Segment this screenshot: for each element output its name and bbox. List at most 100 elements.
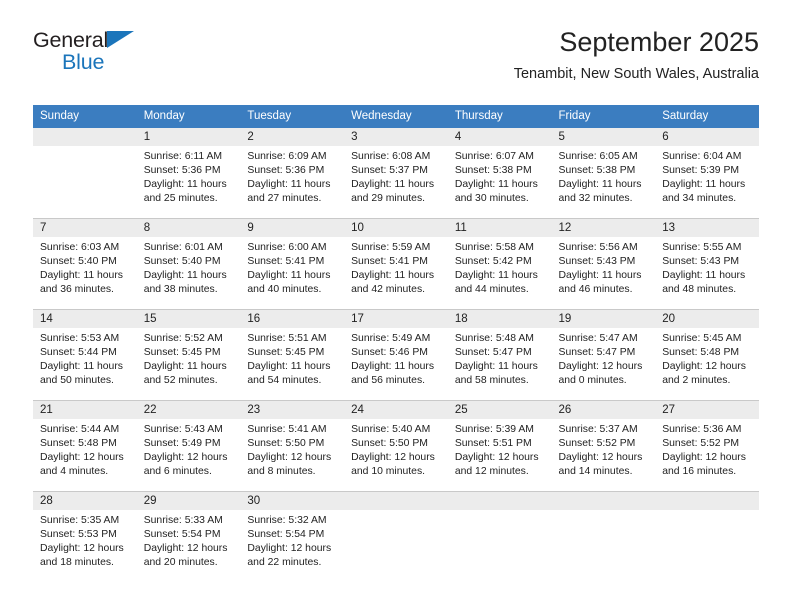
daylight-text-line1: Daylight: 12 hours	[662, 452, 746, 464]
calendar-day-cell[interactable]: 19 Sunrise: 5:47 AM Sunset: 5:47 PM Dayligh…	[551, 310, 656, 401]
sunrise-text: Sunrise: 5:53 AM	[40, 333, 120, 344]
calendar-day-cell[interactable]: 29 Sunrise: 5:33 AM Sunset: 5:54 PM Dayligh…	[136, 492, 241, 582]
daylight-text-line2: and 48 minutes.	[662, 284, 737, 296]
sunset-text: Sunset: 5:51 PM	[454, 438, 532, 450]
day-details: Sunrise: 5:52 AM Sunset: 5:45 PM Daylight:…	[137, 328, 241, 388]
sunset-text: Sunset: 5:43 PM	[558, 256, 636, 268]
sunrise-text: Sunrise: 5:48 AM	[454, 333, 534, 344]
calendar-day-cell[interactable]: 6 Sunrise: 6:04 AM Sunset: 5:39 PM Daylight…	[655, 128, 759, 219]
calendar-day-cell[interactable]: 21 Sunrise: 5:44 AM Sunset: 5:48 PM Dayligh…	[33, 401, 137, 492]
day-cell-inner: 12 Sunrise: 5:56 AM Sunset: 5:43 PM Dayligh…	[551, 219, 656, 309]
sunrise-text: Sunrise: 6:05 AM	[558, 151, 638, 162]
daylight-text-line1: Daylight: 12 hours	[40, 452, 124, 464]
calendar-day-cell[interactable]: 13 Sunrise: 5:55 AM Sunset: 5:43 PM Dayligh…	[655, 219, 759, 310]
calendar-day-cell[interactable]: 30 Sunrise: 5:32 AM Sunset: 5:54 PM Dayligh…	[240, 492, 345, 582]
sunrise-text: Sunrise: 6:01 AM	[143, 242, 223, 253]
daylight-text-line2: and 6 minutes.	[143, 466, 212, 478]
day-details: Sunrise: 6:00 AM Sunset: 5:41 PM Daylight:…	[240, 237, 344, 297]
day-cell-inner: 29 Sunrise: 5:33 AM Sunset: 5:54 PM Dayligh…	[136, 492, 241, 582]
daylight-text-line2: and 27 minutes.	[247, 193, 322, 205]
sunrise-text: Sunrise: 5:36 AM	[662, 424, 742, 435]
calendar-day-cell[interactable]: 20 Sunrise: 5:45 AM Sunset: 5:48 PM Dayligh…	[655, 310, 759, 401]
calendar-day-cell[interactable]: 27 Sunrise: 5:36 AM Sunset: 5:52 PM Dayligh…	[655, 401, 759, 492]
daylight-text-line2: and 25 minutes.	[143, 193, 218, 205]
day-cell-inner: 28 Sunrise: 5:35 AM Sunset: 5:53 PM Dayligh…	[33, 492, 137, 582]
day-cell-inner: 30 Sunrise: 5:32 AM Sunset: 5:54 PM Dayligh…	[240, 492, 345, 582]
daylight-text-line1: Daylight: 11 hours	[143, 270, 227, 282]
calendar-day-cell[interactable]: 25 Sunrise: 5:39 AM Sunset: 5:51 PM Dayligh…	[447, 401, 552, 492]
day-details: Sunrise: 6:07 AM Sunset: 5:38 PM Daylight:…	[448, 146, 552, 206]
sunrise-text: Sunrise: 5:44 AM	[40, 424, 120, 435]
calendar-day-cell[interactable]: 8 Sunrise: 6:01 AM Sunset: 5:40 PM Daylight…	[136, 219, 241, 310]
sunrise-text: Sunrise: 5:40 AM	[351, 424, 431, 435]
calendar-day-cell-empty	[447, 492, 552, 582]
calendar-day-cell[interactable]: 14 Sunrise: 5:53 AM Sunset: 5:44 PM Dayligh…	[33, 310, 137, 401]
calendar-day-cell[interactable]: 10 Sunrise: 5:59 AM Sunset: 5:41 PM Dayligh…	[344, 219, 448, 310]
day-cell-inner: 21 Sunrise: 5:44 AM Sunset: 5:48 PM Dayligh…	[33, 401, 137, 491]
day-details: Sunrise: 5:35 AM Sunset: 5:53 PM Daylight:…	[33, 510, 137, 570]
day-number: 19	[551, 310, 656, 328]
page-header: General Blue September 2025 Tenambit, Ne…	[33, 0, 759, 82]
daylight-text-line1: Daylight: 12 hours	[558, 361, 643, 373]
day-cell-inner: 8 Sunrise: 6:01 AM Sunset: 5:40 PM Daylight…	[136, 219, 241, 309]
calendar-day-cell[interactable]: 26 Sunrise: 5:37 AM Sunset: 5:52 PM Dayligh…	[551, 401, 656, 492]
daylight-text-line1: Daylight: 11 hours	[351, 270, 435, 282]
daylight-text-line1: Daylight: 11 hours	[662, 270, 746, 282]
calendar-day-cell[interactable]: 11 Sunrise: 5:58 AM Sunset: 5:42 PM Dayligh…	[447, 219, 552, 310]
daylight-text-line1: Daylight: 12 hours	[454, 452, 539, 464]
sunrise-text: Sunrise: 5:56 AM	[558, 242, 638, 253]
day-details: Sunrise: 5:59 AM Sunset: 5:41 PM Daylight:…	[344, 237, 448, 297]
daylight-text-line2: and 30 minutes.	[454, 193, 529, 205]
day-details: Sunrise: 6:09 AM Sunset: 5:36 PM Daylight:…	[240, 146, 344, 206]
day-cell-inner: 3 Sunrise: 6:08 AM Sunset: 5:37 PM Daylight…	[344, 128, 448, 218]
sunset-text: Sunset: 5:41 PM	[247, 256, 325, 268]
calendar-day-cell-empty	[344, 492, 448, 582]
calendar-day-cell[interactable]: 16 Sunrise: 5:51 AM Sunset: 5:45 PM Dayligh…	[240, 310, 345, 401]
daylight-text-line2: and 56 minutes.	[351, 375, 426, 387]
daylight-text-line2: and 8 minutes.	[247, 466, 316, 478]
sunset-text: Sunset: 5:49 PM	[143, 438, 221, 450]
calendar-day-cell[interactable]: 1 Sunrise: 6:11 AM Sunset: 5:36 PM Daylight…	[136, 128, 241, 219]
day-number: 8	[136, 219, 241, 237]
page-title: September 2025	[559, 27, 759, 57]
calendar-day-cell[interactable]: 24 Sunrise: 5:40 AM Sunset: 5:50 PM Dayligh…	[344, 401, 448, 492]
daylight-text-line1: Daylight: 12 hours	[247, 452, 332, 464]
sunrise-text: Sunrise: 5:35 AM	[40, 515, 120, 526]
calendar-day-cell[interactable]: 23 Sunrise: 5:41 AM Sunset: 5:50 PM Dayligh…	[240, 401, 345, 492]
weekday-header-wednesday: Wednesday	[344, 105, 448, 128]
day-cell-inner	[447, 492, 552, 582]
day-number: 6	[655, 128, 759, 146]
daylight-text-line2: and 44 minutes.	[454, 284, 529, 296]
sunrise-text: Sunrise: 6:00 AM	[247, 242, 327, 253]
sunset-text: Sunset: 5:44 PM	[40, 347, 117, 359]
daylight-text-line1: Daylight: 11 hours	[558, 179, 642, 191]
day-number: 21	[33, 401, 137, 419]
daylight-text-line1: Daylight: 11 hours	[143, 361, 227, 373]
daylight-text-line1: Daylight: 11 hours	[454, 361, 538, 373]
calendar-day-cell[interactable]: 28 Sunrise: 5:35 AM Sunset: 5:53 PM Dayligh…	[33, 492, 137, 582]
sunrise-text: Sunrise: 5:49 AM	[351, 333, 431, 344]
calendar-day-cell[interactable]: 12 Sunrise: 5:56 AM Sunset: 5:43 PM Dayligh…	[551, 219, 656, 310]
day-number: 30	[240, 492, 345, 510]
calendar-day-cell[interactable]: 17 Sunrise: 5:49 AM Sunset: 5:46 PM Dayligh…	[344, 310, 448, 401]
day-cell-inner: 4 Sunrise: 6:07 AM Sunset: 5:38 PM Daylight…	[447, 128, 552, 218]
daylight-text-line1: Daylight: 11 hours	[558, 270, 642, 282]
brand-logo[interactable]: General Blue	[33, 26, 153, 78]
daylight-text-line1: Daylight: 12 hours	[143, 543, 228, 555]
calendar-day-cell[interactable]: 15 Sunrise: 5:52 AM Sunset: 5:45 PM Dayligh…	[136, 310, 241, 401]
daylight-text-line1: Daylight: 12 hours	[143, 452, 228, 464]
calendar-day-cell[interactable]: 2 Sunrise: 6:09 AM Sunset: 5:36 PM Daylight…	[240, 128, 345, 219]
calendar-day-cell[interactable]: 7 Sunrise: 6:03 AM Sunset: 5:40 PM Daylight…	[33, 219, 137, 310]
sunrise-text: Sunrise: 5:52 AM	[143, 333, 223, 344]
daylight-text-line1: Daylight: 12 hours	[40, 543, 124, 555]
day-details: Sunrise: 5:53 AM Sunset: 5:44 PM Daylight:…	[33, 328, 137, 388]
day-cell-inner: 11 Sunrise: 5:58 AM Sunset: 5:42 PM Dayligh…	[447, 219, 552, 309]
calendar-day-cell[interactable]: 5 Sunrise: 6:05 AM Sunset: 5:38 PM Daylight…	[551, 128, 656, 219]
calendar-day-cell[interactable]: 18 Sunrise: 5:48 AM Sunset: 5:47 PM Dayligh…	[447, 310, 552, 401]
calendar-day-cell[interactable]: 4 Sunrise: 6:07 AM Sunset: 5:38 PM Daylight…	[447, 128, 552, 219]
calendar-day-cell[interactable]: 9 Sunrise: 6:00 AM Sunset: 5:41 PM Daylight…	[240, 219, 345, 310]
day-cell-inner: 23 Sunrise: 5:41 AM Sunset: 5:50 PM Dayligh…	[240, 401, 345, 491]
day-details: Sunrise: 5:49 AM Sunset: 5:46 PM Daylight:…	[344, 328, 448, 388]
calendar-day-cell[interactable]: 22 Sunrise: 5:43 AM Sunset: 5:49 PM Dayligh…	[136, 401, 241, 492]
calendar-day-cell[interactable]: 3 Sunrise: 6:08 AM Sunset: 5:37 PM Daylight…	[344, 128, 448, 219]
